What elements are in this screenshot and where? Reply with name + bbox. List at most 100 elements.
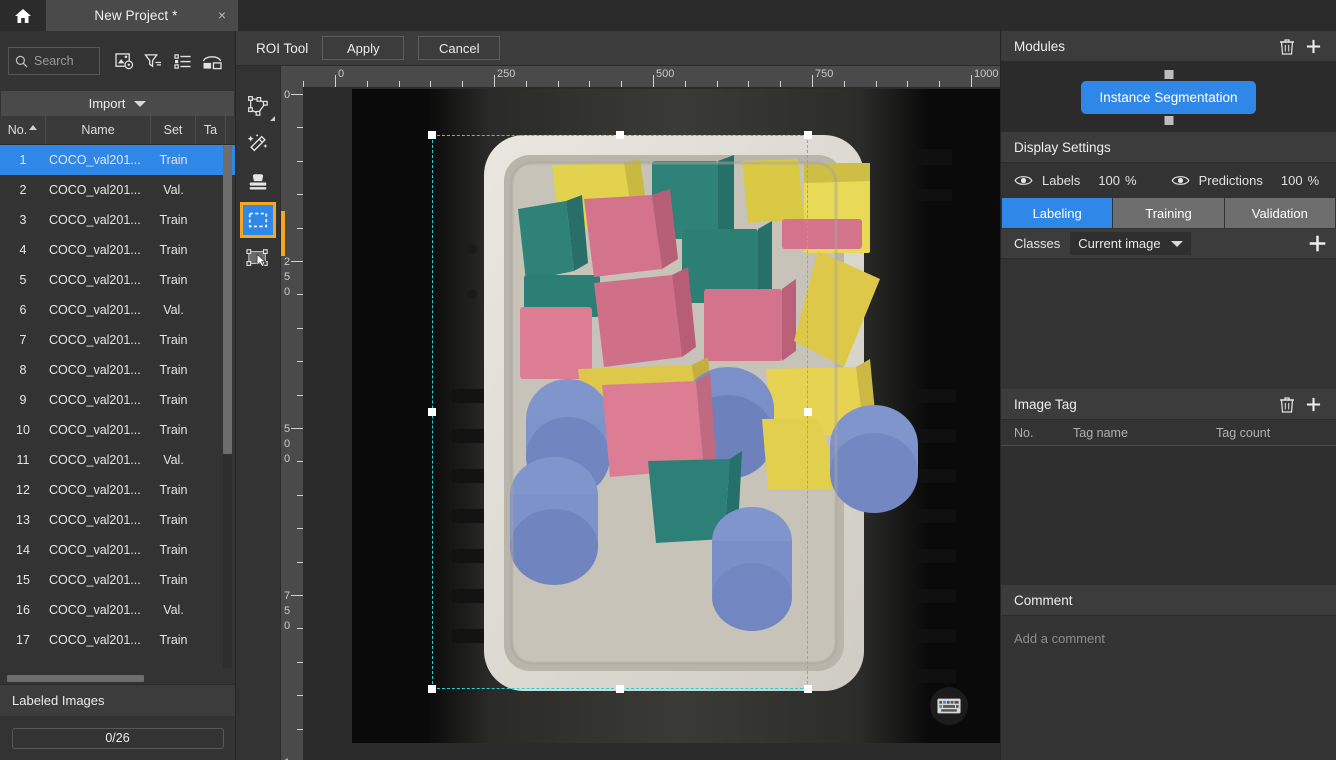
- trash-icon[interactable]: [1274, 391, 1300, 417]
- compare-view-icon[interactable]: [198, 47, 227, 75]
- classes-scope-dropdown[interactable]: Current image: [1070, 232, 1191, 255]
- table-row[interactable]: 14 COCO_val201... Train: [0, 535, 235, 565]
- roi-handle-br[interactable]: [804, 685, 812, 693]
- column-header-tag[interactable]: Ta: [196, 116, 226, 144]
- labels-opacity-value[interactable]: 100: [1098, 173, 1120, 188]
- hscroll-thumb[interactable]: [7, 675, 144, 682]
- row-name: COCO_val201...: [49, 453, 141, 467]
- row-no: 13: [16, 513, 30, 527]
- image-tag-header: Image Tag: [1001, 389, 1336, 420]
- table-row[interactable]: 3 COCO_val201... Train: [0, 205, 235, 235]
- predictions-visibility-toggle[interactable]: Predictions: [1171, 173, 1263, 188]
- filter-icon[interactable]: [139, 47, 168, 75]
- row-name: COCO_val201...: [49, 363, 141, 377]
- home-button[interactable]: [0, 0, 46, 31]
- modules-header: Modules: [1001, 31, 1336, 62]
- table-row[interactable]: 1 COCO_val201... Train: [0, 145, 235, 175]
- row-set: Train: [159, 543, 188, 557]
- search-icon: [15, 55, 28, 67]
- classes-list[interactable]: [1001, 259, 1336, 389]
- labels-label: Labels: [1042, 173, 1081, 188]
- list-view-icon[interactable]: [169, 47, 198, 75]
- tab-labeling[interactable]: Labeling: [1002, 198, 1113, 228]
- table-row[interactable]: 9 COCO_val201... Train: [0, 385, 235, 415]
- plus-icon[interactable]: [1300, 33, 1326, 59]
- workflow-tabs: Labeling Training Validation: [1002, 198, 1335, 228]
- image-viewport[interactable]: [303, 87, 1000, 760]
- module-node-instance-segmentation[interactable]: Instance Segmentation: [1081, 69, 1256, 125]
- table-row[interactable]: 10 COCO_val201... Train: [0, 415, 235, 445]
- annotation-tools: [236, 66, 281, 760]
- roi-handle-bc[interactable]: [616, 685, 624, 693]
- vscroll-thumb[interactable]: [223, 146, 232, 454]
- polygon-tool[interactable]: [240, 88, 276, 124]
- roi-handle-tr[interactable]: [804, 131, 812, 139]
- table-row[interactable]: 12 COCO_val201... Train: [0, 475, 235, 505]
- tab-training[interactable]: Training: [1113, 198, 1224, 228]
- table-row[interactable]: 16 COCO_val201... Val.: [0, 595, 235, 625]
- image-canvas[interactable]: [352, 89, 1000, 743]
- table-row[interactable]: 13 COCO_val201... Train: [0, 505, 235, 535]
- import-button[interactable]: Import: [1, 91, 234, 116]
- keyboard-shortcuts-button[interactable]: [930, 687, 968, 725]
- apply-button[interactable]: Apply: [322, 36, 405, 60]
- roi-handle-bl[interactable]: [428, 685, 436, 693]
- node-port-top[interactable]: [1164, 69, 1173, 79]
- search-input[interactable]: Search: [8, 47, 100, 75]
- plus-icon[interactable]: [1300, 391, 1326, 417]
- node-port-bottom[interactable]: [1164, 115, 1173, 125]
- labels-visibility-toggle[interactable]: Labels: [1014, 173, 1080, 188]
- trash-icon[interactable]: [1274, 33, 1300, 59]
- file-table-hscrollbar[interactable]: [0, 673, 235, 684]
- table-row[interactable]: 2 COCO_val201... Val.: [0, 175, 235, 205]
- table-row[interactable]: 17 COCO_val201... Train: [0, 625, 235, 655]
- ruler-tick-label: 0: [284, 286, 291, 298]
- modules-title: Modules: [1014, 38, 1066, 54]
- row-set: Val.: [163, 603, 184, 617]
- project-tab[interactable]: New Project * ×: [46, 0, 238, 31]
- file-table-vscrollbar[interactable]: [223, 146, 232, 668]
- image-tag-table-body[interactable]: [1001, 446, 1336, 585]
- modules-canvas[interactable]: Instance Segmentation: [1001, 62, 1336, 132]
- row-no: 5: [19, 273, 27, 287]
- table-row[interactable]: 6 COCO_val201... Val.: [0, 295, 235, 325]
- ruler-tick-label: 500: [656, 68, 675, 80]
- tab-validation[interactable]: Validation: [1224, 198, 1335, 228]
- column-header-name[interactable]: Name: [46, 116, 151, 144]
- roi-handle-tc[interactable]: [616, 131, 624, 139]
- column-header-set[interactable]: Set: [151, 116, 196, 144]
- table-row[interactable]: 7 COCO_val201... Train: [0, 325, 235, 355]
- table-row[interactable]: 4 COCO_val201... Train: [0, 235, 235, 265]
- ruler-tick-label: 1000: [974, 68, 999, 80]
- rect-select-tool[interactable]: [240, 202, 276, 238]
- add-class-button[interactable]: [1304, 231, 1330, 257]
- table-row[interactable]: 5 COCO_val201... Train: [0, 265, 235, 295]
- roi-handle-mr[interactable]: [804, 408, 812, 416]
- row-no: 7: [19, 333, 27, 347]
- cancel-button[interactable]: Cancel: [418, 36, 501, 60]
- stamp-tool[interactable]: [240, 164, 276, 200]
- ruler-tick-label: 7: [284, 590, 291, 602]
- image-settings-icon[interactable]: [110, 47, 139, 75]
- magic-wand-tool[interactable]: [240, 126, 276, 162]
- display-settings-header: Display Settings: [1001, 132, 1336, 163]
- roi-handle-ml[interactable]: [428, 408, 436, 416]
- predictions-opacity-value[interactable]: 100: [1281, 173, 1303, 188]
- roi-handle-tl[interactable]: [428, 131, 436, 139]
- roi-selection[interactable]: [428, 131, 812, 693]
- classes-row: Classes Current image: [1001, 228, 1336, 259]
- table-row[interactable]: 8 COCO_val201... Train: [0, 355, 235, 385]
- roi-tool-title: ROI Tool: [256, 40, 309, 56]
- table-row[interactable]: 15 COCO_val201... Train: [0, 565, 235, 595]
- transform-tool[interactable]: [240, 240, 276, 276]
- row-set: Train: [159, 513, 188, 527]
- left-panel: Search Import No. Name Set Ta 1 COCO_val…: [0, 31, 236, 760]
- main-body: Search Import No. Name Set Ta 1 COCO_val…: [0, 31, 1336, 760]
- row-name: COCO_val201...: [49, 633, 141, 647]
- close-icon[interactable]: ×: [212, 8, 228, 24]
- table-row[interactable]: 11 COCO_val201... Val.: [0, 445, 235, 475]
- comment-input[interactable]: Add a comment: [1001, 616, 1336, 760]
- row-name: COCO_val201...: [49, 603, 141, 617]
- column-header-no[interactable]: No.: [0, 116, 46, 144]
- row-no: 6: [19, 303, 27, 317]
